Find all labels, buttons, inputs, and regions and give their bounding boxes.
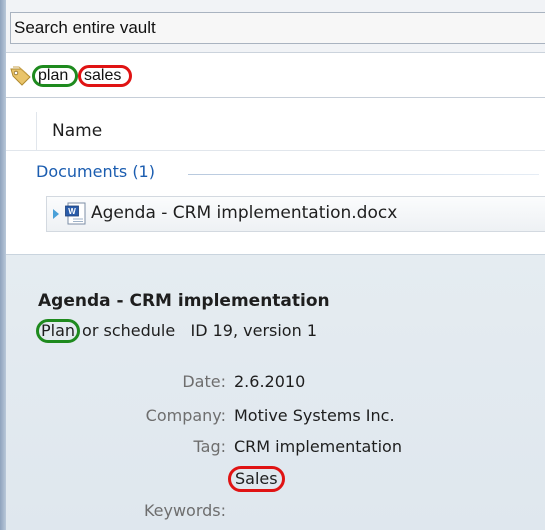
search-bar: Search entire vault [6,0,545,53]
id-version: ID 19, version 1 [190,321,317,340]
list-item[interactable]: W Agenda - CRM implementation.docx [46,196,545,232]
class-highlight: Plan [36,319,81,343]
word-document-icon: W [65,202,86,225]
property-value-date[interactable]: 2.6.2010 [234,372,305,391]
property-label-company: Company: [145,406,226,425]
tag-token-plan[interactable]: plan [32,65,78,87]
property-value-company[interactable]: Motive Systems Inc. [234,406,395,425]
expand-arrow-icon[interactable] [53,209,59,219]
column-separator [36,112,37,150]
property-label-keywords: Keywords: [143,501,226,520]
search-input[interactable]: Search entire vault [10,12,545,44]
column-name-header[interactable]: Name [52,121,102,141]
document-class-line: Plan or schedule ID 19, version 1 [36,319,317,343]
group-label: Documents (1) [36,162,161,181]
group-divider [188,174,539,175]
property-label-tag: Tag: [193,437,226,456]
property-value-tag[interactable]: CRM implementation [234,437,402,456]
document-name: Agenda - CRM implementation.docx [91,203,398,223]
list-column-header: Name [6,112,545,151]
svg-text:W: W [68,207,76,216]
tag-icon [10,66,31,86]
document-title: Agenda - CRM implementation [38,291,330,311]
group-header-documents[interactable]: Documents (1) [6,160,545,188]
vault-search-pane: Search entire vault plan sales Name Docu… [6,0,545,530]
tag-token-sales[interactable]: sales [78,65,132,87]
class-rest: or schedule [82,321,176,340]
property-label-date: Date: [182,372,226,391]
property-value-tag-sales[interactable]: Sales [228,466,285,492]
metadata-details-pane: Agenda - CRM implementation Plan or sched… [6,254,545,530]
tag-filter-bar: plan sales [6,57,545,98]
